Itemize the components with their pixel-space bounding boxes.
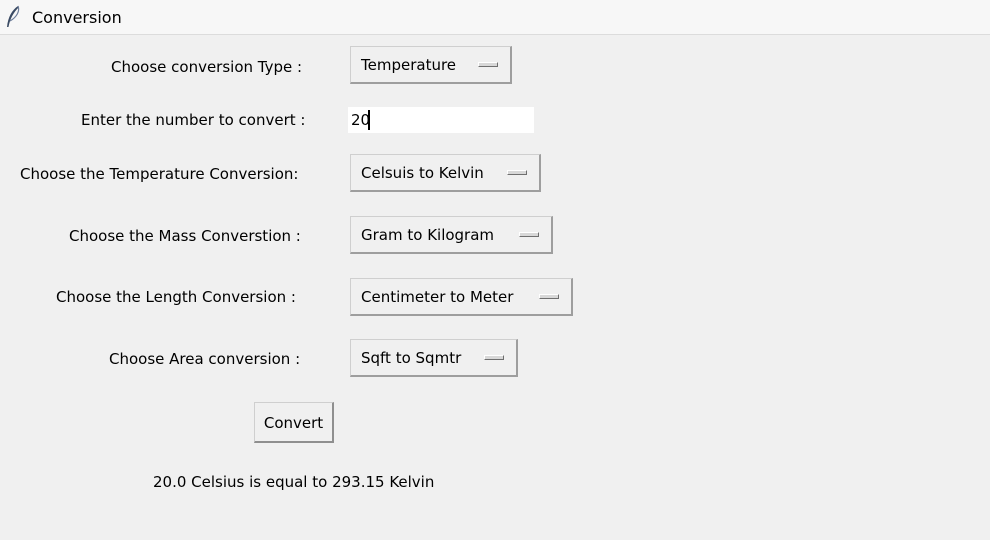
option-menu-indicator-icon (519, 232, 539, 237)
number-input[interactable]: 20 (348, 107, 534, 133)
feather-icon (7, 5, 20, 27)
temperature-conversion-value: Celsuis to Kelvin (361, 164, 484, 182)
conversion-type-menu[interactable]: Temperature (350, 46, 512, 84)
number-label: Enter the number to convert : (81, 111, 306, 129)
option-menu-indicator-icon (539, 294, 559, 299)
mass-conversion-label: Choose the Mass Converstion : (69, 227, 301, 245)
conversion-type-value: Temperature (361, 56, 457, 74)
temperature-conversion-menu[interactable]: Celsuis to Kelvin (350, 154, 541, 192)
area-conversion-value: Sqft to Sqmtr (361, 349, 462, 367)
length-conversion-value: Centimeter to Meter (361, 288, 514, 306)
option-menu-indicator-icon (507, 170, 527, 175)
result-text: 20.0 Celsius is equal to 293.15 Kelvin (153, 473, 435, 491)
temperature-conversion-label: Choose the Temperature Conversion: (20, 165, 299, 183)
option-menu-indicator-icon (478, 62, 498, 67)
length-conversion-label: Choose the Length Conversion : (56, 288, 296, 306)
conversion-type-label: Choose conversion Type : (111, 58, 303, 76)
convert-button[interactable]: Convert (254, 402, 334, 443)
option-menu-indicator-icon (484, 355, 504, 360)
length-conversion-menu[interactable]: Centimeter to Meter (350, 278, 573, 316)
window-title: Conversion (32, 8, 122, 27)
mass-conversion-menu[interactable]: Gram to Kilogram (350, 216, 553, 254)
mass-conversion-value: Gram to Kilogram (361, 226, 495, 244)
title-bar: Conversion (0, 0, 990, 35)
convert-button-label: Convert (263, 414, 324, 432)
area-conversion-label: Choose Area conversion : (109, 350, 301, 368)
area-conversion-menu[interactable]: Sqft to Sqmtr (350, 339, 518, 377)
text-cursor (368, 110, 370, 130)
